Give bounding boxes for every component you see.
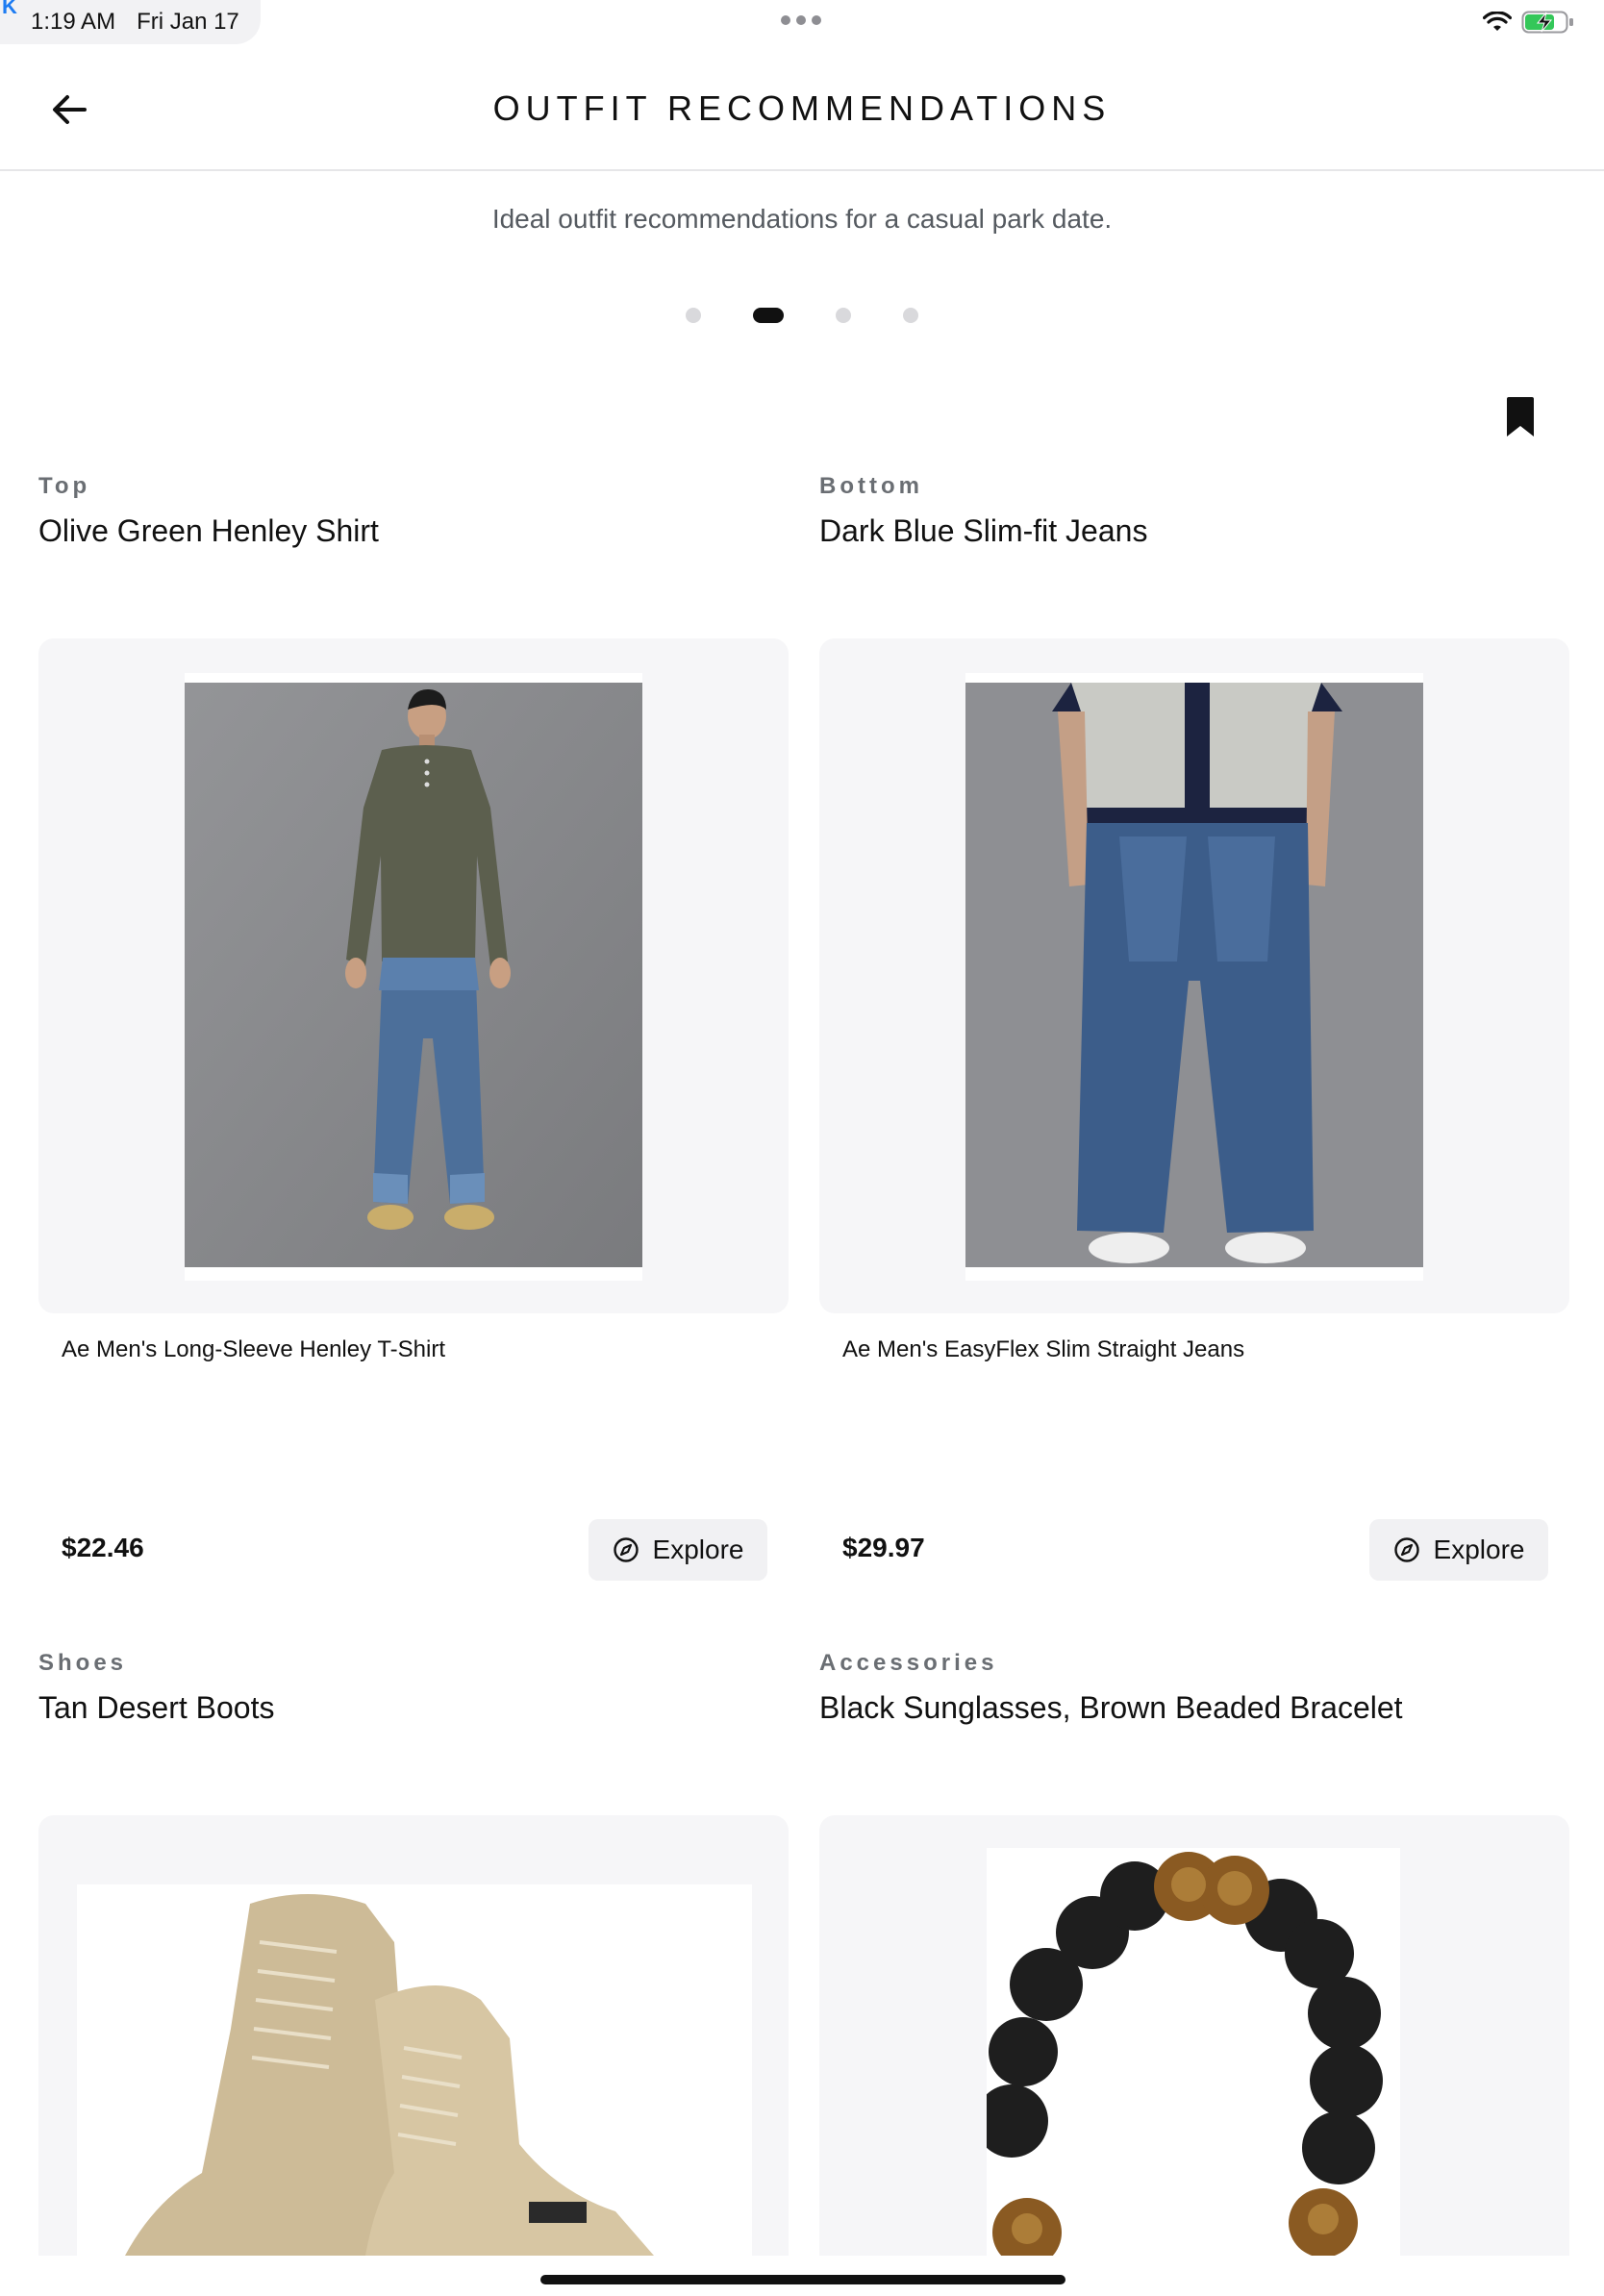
henley-model-photo (185, 683, 642, 1267)
item-name: Olive Green Henley Shirt (38, 513, 379, 548)
category-label: Bottom (819, 473, 923, 499)
status-icons (1483, 10, 1575, 35)
page-dot-1[interactable] (686, 308, 701, 323)
item-bottom-header: Bottom Dark Blue Slim-fit Jeans (819, 473, 1569, 549)
category-label: Accessories (819, 1650, 998, 1676)
page-title: OUTFIT RECOMMENDATIONS (492, 88, 1112, 128)
category-label: Shoes (38, 1650, 128, 1676)
jeans-model-photo (965, 683, 1423, 1267)
status-time: 1:19 AM (31, 9, 116, 35)
product-image-henley[interactable] (185, 673, 642, 1281)
battery-charging-icon (1521, 11, 1573, 34)
item-name: Tan Desert Boots (38, 1690, 275, 1725)
category-label: Top (38, 473, 91, 499)
compass-icon (1393, 1537, 1419, 1562)
product-title[interactable]: Ae Men's EasyFlex Slim Straight Jeans (842, 1336, 1244, 1363)
item-name: Dark Blue Slim-fit Jeans (819, 513, 1148, 548)
wifi-icon (1483, 12, 1512, 31)
product-card-henley[interactable] (38, 638, 789, 1313)
back-to-app-indicator[interactable]: K (2, 0, 17, 19)
item-top-header: Top Olive Green Henley Shirt (38, 473, 789, 549)
product-card-jeans[interactable] (819, 638, 1569, 1313)
product-image-boots[interactable] (77, 1884, 752, 2256)
nav-bar: OUTFIT RECOMMENDATIONS (0, 46, 1604, 171)
explore-label: Explore (652, 1535, 744, 1564)
page-subtitle: Ideal outfit recommendations for a casua… (491, 204, 1113, 234)
product-card-boots[interactable] (38, 1815, 789, 2256)
bookmark-icon[interactable] (1504, 396, 1537, 438)
status-bar: K 1:19 AM Fri Jan 17 (0, 0, 1604, 46)
product-card-accessories[interactable] (819, 1815, 1569, 2256)
product-price: $22.46 (62, 1533, 144, 1562)
item-name: Black Sunglasses, Brown Beaded Bracelet (819, 1690, 1403, 1725)
page-dot-4[interactable] (903, 308, 918, 323)
product-image-bracelet[interactable] (987, 1848, 1400, 2256)
beaded-bracelet-photo (987, 1852, 1383, 2256)
item-shoes-header: Shoes Tan Desert Boots (38, 1650, 789, 1726)
boots-photo (125, 1894, 654, 2256)
product-image-jeans[interactable] (965, 673, 1423, 1281)
compass-icon (613, 1537, 639, 1562)
home-indicator[interactable] (540, 2275, 1065, 2284)
page-indicator (0, 308, 1604, 323)
page-dot-3[interactable] (836, 308, 851, 323)
item-accessories-header: Accessories Black Sunglasses, Brown Bead… (819, 1650, 1569, 1726)
page-dot-2-active[interactable] (753, 308, 784, 323)
status-pill[interactable]: K 1:19 AM Fri Jan 17 (0, 0, 261, 44)
product-price: $29.97 (842, 1533, 925, 1562)
product-title[interactable]: Ae Men's Long-Sleeve Henley T-Shirt (62, 1336, 445, 1363)
multitasking-dots-icon[interactable] (781, 15, 821, 25)
explore-button[interactable]: Explore (589, 1519, 767, 1581)
status-date: Fri Jan 17 (137, 9, 239, 35)
explore-label: Explore (1433, 1535, 1525, 1564)
explore-button[interactable]: Explore (1369, 1519, 1548, 1581)
